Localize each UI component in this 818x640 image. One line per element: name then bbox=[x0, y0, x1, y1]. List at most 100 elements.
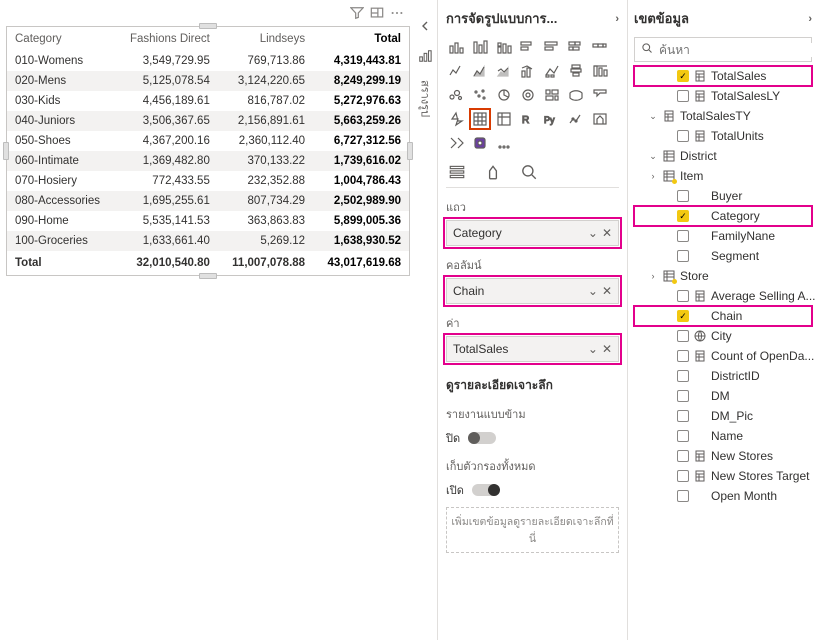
viz-type-icon[interactable] bbox=[566, 37, 586, 57]
report-canvas[interactable]: Category Fashions Direct Lindseys Total … bbox=[0, 0, 412, 640]
remove-icon[interactable]: ✕ bbox=[602, 284, 612, 298]
field-checkbox[interactable] bbox=[677, 490, 689, 502]
viz-type-icon[interactable] bbox=[518, 37, 538, 57]
resize-handle[interactable] bbox=[199, 23, 217, 29]
field-city[interactable]: City bbox=[634, 326, 812, 346]
field-segment[interactable]: Segment bbox=[634, 246, 812, 266]
field-chain[interactable]: Chain bbox=[634, 306, 812, 326]
table-row[interactable]: 090-Home5,535,141.53363,863.835,899,005.… bbox=[7, 211, 409, 231]
field-newstorestarget[interactable]: New Stores Target bbox=[634, 466, 812, 486]
field-checkbox[interactable] bbox=[677, 70, 689, 82]
table-row[interactable]: 010-Womens3,549,729.95769,713.864,319,44… bbox=[7, 51, 409, 71]
viz-type-icon[interactable] bbox=[470, 85, 490, 105]
field-districtid[interactable]: DistrictID bbox=[634, 366, 812, 386]
viz-type-icon[interactable]: R bbox=[518, 109, 538, 129]
resize-handle[interactable] bbox=[3, 142, 9, 160]
field-totalsalesly[interactable]: TotalSalesLY bbox=[634, 86, 812, 106]
field-checkbox[interactable] bbox=[677, 90, 689, 102]
viz-type-icon[interactable] bbox=[590, 85, 610, 105]
resize-handle[interactable] bbox=[199, 273, 217, 279]
field-totalsalesty[interactable]: ⌄TotalSalesTY bbox=[634, 106, 812, 126]
viz-type-icon[interactable]: Py bbox=[542, 109, 562, 129]
collapse-icon[interactable] bbox=[419, 20, 431, 35]
chevron-down-icon[interactable]: ⌄ bbox=[588, 342, 598, 356]
viz-type-icon[interactable] bbox=[542, 37, 562, 57]
build-tab-label[interactable]: สรางรูป bbox=[416, 80, 434, 117]
field-checkbox[interactable] bbox=[677, 310, 689, 322]
viz-type-icon[interactable] bbox=[446, 61, 466, 81]
col-header[interactable]: Fashions Direct bbox=[115, 27, 218, 51]
cross-report-toggle[interactable] bbox=[468, 432, 496, 444]
viz-type-icon[interactable] bbox=[518, 61, 538, 81]
field-checkbox[interactable] bbox=[677, 130, 689, 142]
field-checkbox[interactable] bbox=[677, 210, 689, 222]
chevron-right-icon[interactable]: › bbox=[648, 171, 658, 181]
col-header[interactable]: Category bbox=[7, 27, 115, 51]
viz-type-icon[interactable] bbox=[494, 61, 514, 81]
field-familynane[interactable]: FamilyNane bbox=[634, 226, 812, 246]
field-totalsales[interactable]: TotalSales bbox=[634, 66, 812, 86]
viz-type-icon[interactable] bbox=[470, 61, 490, 81]
field-checkbox[interactable] bbox=[677, 190, 689, 202]
field-checkbox[interactable] bbox=[677, 410, 689, 422]
viz-type-icon[interactable] bbox=[566, 109, 586, 129]
resize-handle[interactable] bbox=[407, 142, 413, 160]
field-checkbox[interactable] bbox=[677, 330, 689, 342]
viz-type-icon[interactable] bbox=[494, 85, 514, 105]
columns-well[interactable]: Chain ⌄✕ bbox=[446, 278, 619, 304]
build-tab-icon[interactable] bbox=[418, 49, 432, 66]
fields-search[interactable] bbox=[634, 37, 812, 62]
fields-tab-icon[interactable] bbox=[448, 163, 466, 181]
field-checkbox[interactable] bbox=[677, 230, 689, 242]
field-name[interactable]: Name bbox=[634, 426, 812, 446]
field-dm[interactable]: DM bbox=[634, 386, 812, 406]
viz-type-icon[interactable] bbox=[470, 133, 490, 153]
viz-type-icon[interactable] bbox=[518, 85, 538, 105]
field-checkbox[interactable] bbox=[677, 350, 689, 362]
field-category[interactable]: Category bbox=[634, 206, 812, 226]
focus-mode-icon[interactable] bbox=[370, 6, 384, 20]
filter-icon[interactable] bbox=[350, 6, 364, 20]
viz-type-icon[interactable] bbox=[446, 109, 466, 129]
field-countopen[interactable]: Count of OpenDa... bbox=[634, 346, 812, 366]
viz-type-icon[interactable] bbox=[470, 37, 490, 57]
table-district[interactable]: ⌄District bbox=[634, 146, 812, 166]
analytics-tab-icon[interactable] bbox=[520, 163, 538, 181]
viz-type-icon[interactable] bbox=[566, 61, 586, 81]
viz-type-icon[interactable] bbox=[590, 37, 610, 57]
field-buyer[interactable]: Buyer bbox=[634, 186, 812, 206]
collapse-icon[interactable]: › bbox=[615, 13, 619, 25]
viz-type-icon[interactable] bbox=[446, 37, 466, 57]
chevron-down-icon[interactable]: ⌄ bbox=[648, 111, 658, 122]
drill-drop-hint[interactable]: เพิ่มเขตข้อมูลดูรายละเอียดเจาะลึกที่นี่ bbox=[446, 507, 619, 553]
values-well[interactable]: TotalSales ⌄✕ bbox=[446, 336, 619, 362]
col-header[interactable]: Total bbox=[313, 27, 409, 51]
col-header[interactable]: Lindseys bbox=[218, 27, 313, 51]
field-checkbox[interactable] bbox=[677, 390, 689, 402]
field-dmpic[interactable]: DM_Pic bbox=[634, 406, 812, 426]
table-row[interactable]: 030-Kids4,456,189.61816,787.025,272,976.… bbox=[7, 91, 409, 111]
viz-type-icon[interactable] bbox=[590, 61, 610, 81]
viz-type-icon[interactable] bbox=[446, 85, 466, 105]
field-checkbox[interactable] bbox=[677, 470, 689, 482]
more-options-icon[interactable] bbox=[390, 6, 404, 20]
field-checkbox[interactable] bbox=[677, 290, 689, 302]
field-checkbox[interactable] bbox=[677, 370, 689, 382]
field-checkbox[interactable] bbox=[677, 450, 689, 462]
table-row[interactable]: 060-Intimate1,369,482.80370,133.221,739,… bbox=[7, 151, 409, 171]
field-totalunits[interactable]: TotalUnits bbox=[634, 126, 812, 146]
viz-type-icon[interactable] bbox=[542, 61, 562, 81]
field-checkbox[interactable] bbox=[677, 430, 689, 442]
rows-well[interactable]: Category ⌄✕ bbox=[446, 220, 619, 246]
viz-type-icon[interactable] bbox=[494, 133, 514, 153]
table-row[interactable]: 020-Mens5,125,078.543,124,220.658,249,29… bbox=[7, 71, 409, 91]
viz-type-icon[interactable] bbox=[446, 133, 466, 153]
field-openmonth[interactable]: Open Month bbox=[634, 486, 812, 506]
viz-type-icon[interactable] bbox=[566, 85, 586, 105]
chevron-down-icon[interactable]: ⌄ bbox=[648, 151, 658, 162]
chevron-right-icon[interactable]: › bbox=[648, 271, 658, 281]
table-item[interactable]: ›Item bbox=[634, 166, 812, 186]
collapse-icon[interactable]: › bbox=[808, 13, 812, 25]
format-tab-icon[interactable] bbox=[484, 163, 502, 181]
viz-type-icon[interactable] bbox=[494, 109, 514, 129]
